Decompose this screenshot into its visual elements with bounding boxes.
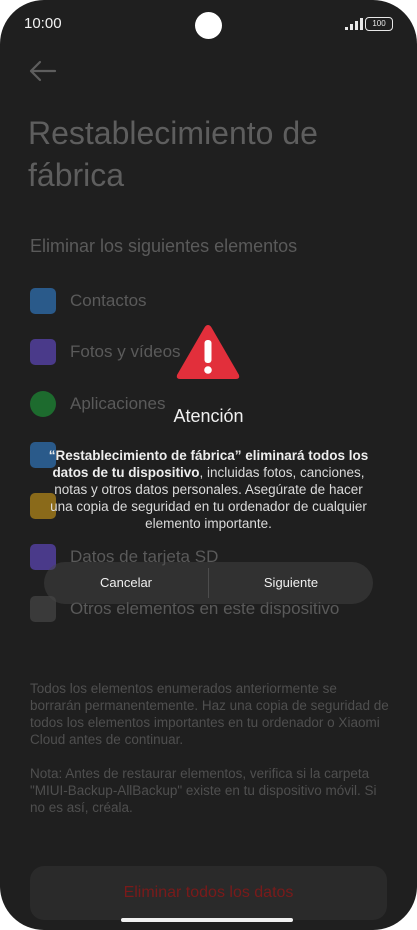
erase-all-data-label: Eliminar todos los datos [123, 884, 294, 901]
erase-all-data-button[interactable]: Eliminar todos los datos [30, 866, 387, 920]
dialog-title: Atención [173, 406, 244, 426]
battery-icon: 100 [365, 17, 393, 31]
erase-description: Todos los elementos enumerados anteriorm… [30, 681, 389, 747]
phone-screen: 10:00 100 Restablecimiento de fábrica El… [0, 0, 417, 930]
dialog-message: “Restablecimiento de fábrica” eliminará … [48, 447, 369, 532]
page-title: Restablecimiento de fábrica [28, 115, 318, 193]
contacts-icon [30, 288, 56, 314]
gallery-icon [30, 339, 56, 365]
status-bar: 10:00 100 [0, 0, 417, 50]
dialog-button-bar: Cancelar Siguiente [44, 562, 373, 604]
cancel-button[interactable]: Cancelar [44, 562, 208, 604]
home-indicator[interactable] [121, 918, 293, 922]
back-arrow-icon[interactable] [28, 58, 58, 84]
signal-icon [345, 18, 363, 30]
list-item-label: Fotos y vídeos [70, 342, 181, 361]
next-button[interactable]: Siguiente [209, 562, 373, 604]
status-time: 10:00 [24, 15, 62, 32]
warning-icon [176, 325, 240, 379]
camera-cutout [195, 12, 222, 39]
backup-note: Nota: Antes de restaurar elementos, veri… [30, 766, 377, 815]
list-item-label: Contactos [70, 291, 147, 310]
section-title: Eliminar los siguientes elementos [30, 236, 298, 256]
